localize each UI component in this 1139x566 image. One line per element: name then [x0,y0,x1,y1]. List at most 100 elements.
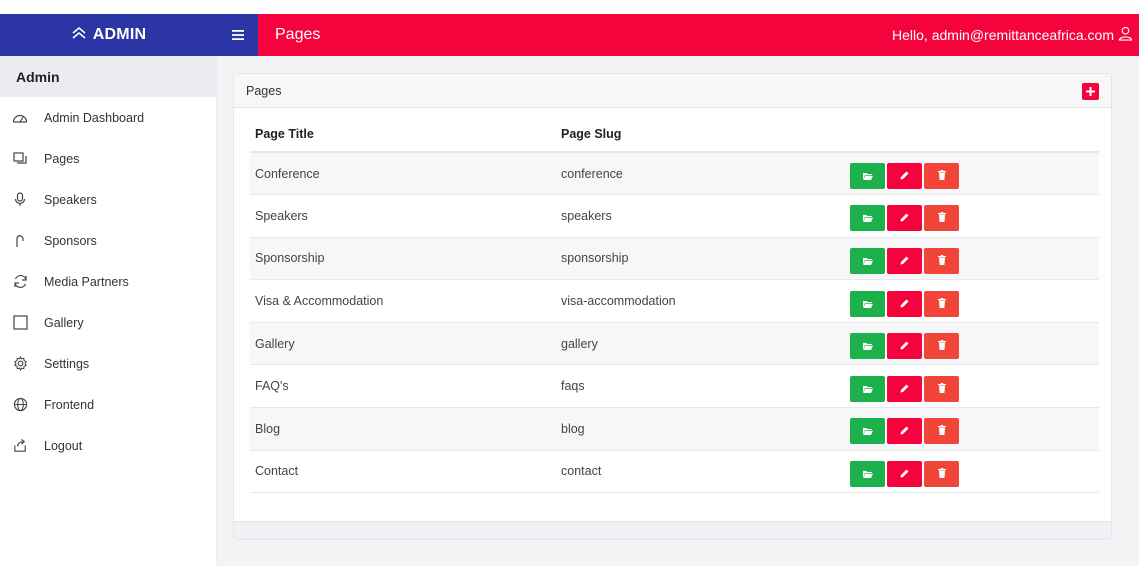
page-slug-cell: sponsorship [556,237,845,281]
table-row: FAQ's faqs [250,364,1099,409]
table-row: Contact contact [250,450,1099,494]
sidebar-item-pages[interactable]: Pages [0,138,216,179]
delete-page-button[interactable] [924,247,959,274]
folder-open-icon [862,297,873,311]
trash-icon [937,467,946,481]
user-menu[interactable]: Hello, admin@remittanceafrica.com [892,26,1133,44]
page-title: Pages [275,26,321,43]
edit-page-button[interactable] [887,290,922,317]
edit-page-button[interactable] [887,333,922,360]
table-row: Blog blog [250,407,1099,451]
brand-label: ADMIN [92,26,147,43]
pencil-icon [900,169,909,183]
folder-open-icon [862,424,873,438]
page-title-cell: Speakers [250,194,556,238]
sidebar-item-label: Pages [44,151,80,166]
page-title-cell: Conference [250,152,556,196]
delete-page-button[interactable] [924,163,959,190]
double-chevron-up-icon [71,26,87,45]
pencil-icon [900,211,909,225]
pencil-icon [900,339,909,353]
sidebar-item-frontend[interactable]: Frontend [0,384,216,425]
pages-table: Page Title Page Slug Conference conferenc… [250,117,1099,494]
sidebar-item-gallery[interactable]: Gallery [0,302,216,343]
gear-icon [11,355,29,373]
view-page-button[interactable] [850,333,885,360]
edit-page-button[interactable] [887,418,922,445]
table-row: Conference conference [250,152,1099,196]
trash-icon [937,297,946,311]
page-title-cell: Contact [250,450,556,494]
view-page-button[interactable] [850,290,885,317]
brand-logo[interactable]: ADMIN [0,14,217,56]
sidebar-item-label: Gallery [44,315,84,330]
sidebar-heading: Admin [0,56,216,97]
sidebar-item-speakers[interactable]: Speakers [0,179,216,220]
page-slug-cell: conference [556,152,845,196]
sidebar-item-label: Media Partners [44,274,129,289]
pencil-icon [900,424,909,438]
actions-cell [845,450,1099,494]
microphone-icon [11,191,29,209]
view-page-button[interactable] [850,460,885,487]
trash-icon [937,211,946,225]
sidebar-item-admin-dashboard[interactable]: Admin Dashboard [0,97,216,138]
sidebar-item-label: Speakers [44,192,97,207]
trash-icon [937,424,946,438]
hamburger-icon[interactable] [217,14,258,56]
folder-open-icon [862,339,873,353]
sidebar-item-label: Sponsors [44,233,97,248]
delete-page-button[interactable] [924,418,959,445]
page-slug-cell: gallery [556,322,845,366]
sidebar-item-settings[interactable]: Settings [0,343,216,384]
card-header: Pages [234,74,1111,108]
delete-page-button[interactable] [924,375,959,402]
folder-open-icon [862,169,873,183]
view-page-button[interactable] [850,163,885,190]
add-page-button[interactable] [1082,83,1099,100]
pencil-icon [900,467,909,481]
share-icon [11,437,29,455]
edit-page-button[interactable] [887,163,922,190]
table-row: Gallery gallery [250,322,1099,366]
view-page-button[interactable] [850,205,885,232]
sidebar-item-sponsors[interactable]: Sponsors [0,220,216,261]
page-slug-cell: faqs [556,364,845,409]
pages-card: Pages Page Title Page Slug Conference con… [233,73,1112,540]
view-page-button[interactable] [850,418,885,445]
view-page-button[interactable] [850,375,885,402]
delete-page-button[interactable] [924,205,959,232]
edit-page-button[interactable] [887,247,922,274]
user-icon [1118,26,1133,44]
edit-page-button[interactable] [887,205,922,232]
page-slug-cell: blog [556,407,845,451]
actions-cell [845,237,1099,281]
folder-open-icon [862,467,873,481]
page-title-cell: Visa & Accommodation [250,279,556,323]
header-bar: Pages Hello, admin@remittanceafrica.com [217,14,1139,56]
delete-page-button[interactable] [924,333,959,360]
sidebar-item-label: Settings [44,356,90,371]
view-page-button[interactable] [850,247,885,274]
greeting-text: Hello, admin@remittanceafrica.com [892,27,1114,43]
refresh-icon [11,273,29,291]
actions-cell [845,322,1099,366]
edit-page-button[interactable] [887,375,922,402]
folder-open-icon [862,382,873,396]
column-header-slug: Page Slug [556,117,845,153]
delete-page-button[interactable] [924,460,959,487]
trash-icon [937,169,946,183]
edit-page-button[interactable] [887,460,922,487]
trash-icon [937,382,946,396]
sidebar-item-label: Admin Dashboard [44,110,145,125]
square-icon [11,314,29,332]
page-slug-cell: visa-accommodation [556,279,845,323]
trash-icon [937,254,946,268]
hand-icon [11,232,29,250]
sidebar-item-logout[interactable]: Logout [0,425,216,466]
column-header-actions [845,117,1099,153]
table-row: Sponsorship sponsorship [250,237,1099,281]
actions-cell [845,364,1099,409]
sidebar-item-media-partners[interactable]: Media Partners [0,261,216,302]
delete-page-button[interactable] [924,290,959,317]
